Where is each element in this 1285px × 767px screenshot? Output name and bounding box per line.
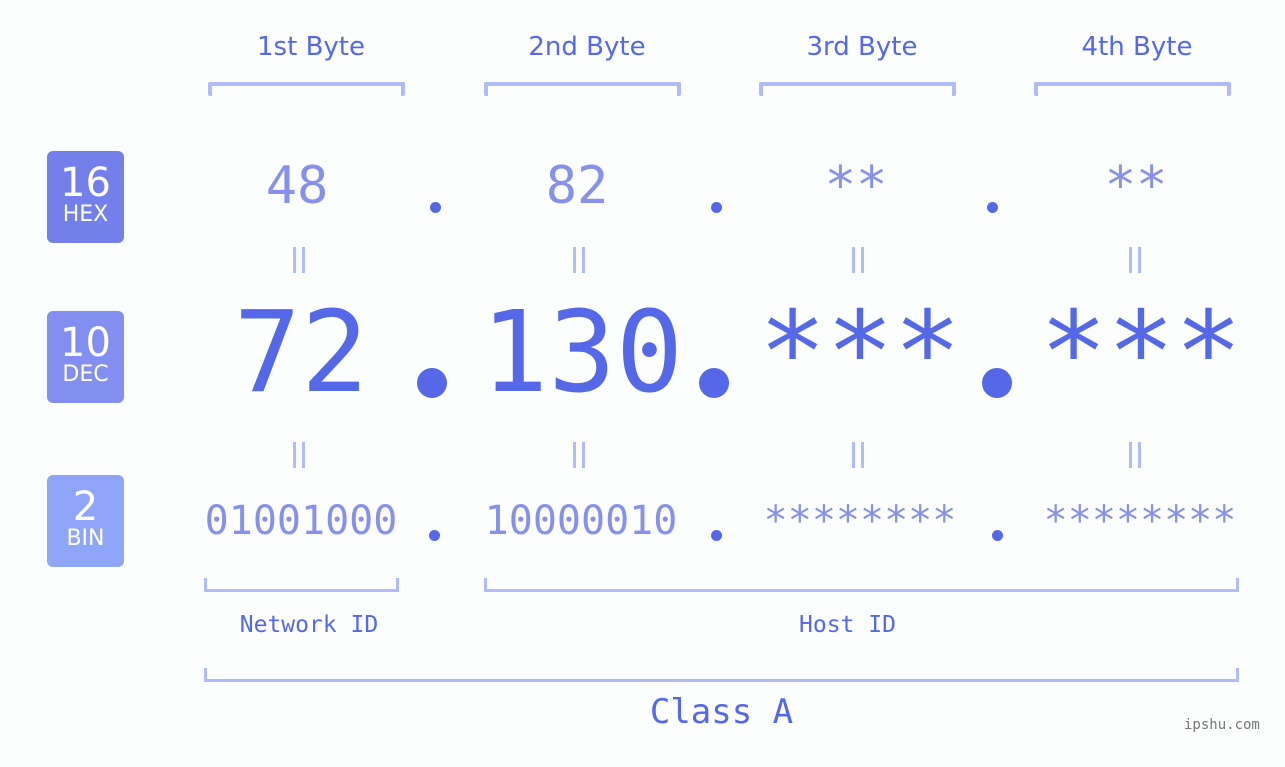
hex-dot-1 bbox=[430, 202, 441, 213]
bin-base-number: 2 bbox=[72, 484, 99, 530]
dec-byte-4: *** bbox=[1039, 288, 1243, 418]
dec-byte-2: 130 bbox=[480, 288, 684, 418]
equals-icon bbox=[293, 442, 305, 468]
dec-base-number: 10 bbox=[60, 320, 111, 366]
dec-dot-3 bbox=[982, 368, 1012, 398]
bin-byte-2: 10000010 bbox=[484, 498, 678, 544]
equals-icon bbox=[293, 247, 305, 273]
bin-byte-4: ******** bbox=[1043, 498, 1237, 544]
network-id-bracket bbox=[204, 578, 399, 592]
bin-dot-3 bbox=[992, 530, 1003, 541]
bin-dot-1 bbox=[429, 530, 440, 541]
equals-icon bbox=[852, 442, 864, 468]
dec-byte-3: *** bbox=[758, 288, 962, 418]
class-label: Class A bbox=[649, 692, 794, 732]
hex-base-number: 16 bbox=[60, 160, 111, 206]
watermark: ipshu.com bbox=[1184, 717, 1260, 733]
hex-byte-2: 82 bbox=[545, 156, 609, 216]
bin-byte-1: 01001000 bbox=[204, 498, 398, 544]
hex-byte-4: ** bbox=[1104, 156, 1168, 216]
bin-byte-3: ******** bbox=[763, 498, 957, 544]
dec-dot-2 bbox=[699, 368, 729, 398]
hex-byte-1: 48 bbox=[265, 156, 329, 216]
hex-dot-2 bbox=[711, 202, 722, 213]
bin-base-label: BIN bbox=[66, 526, 105, 551]
network-id-label: Network ID bbox=[239, 612, 379, 638]
dec-dot-1 bbox=[417, 368, 447, 398]
host-id-bracket bbox=[484, 578, 1239, 592]
equals-icon bbox=[1129, 247, 1141, 273]
dec-base-label: DEC bbox=[62, 362, 109, 387]
byte-header-1: 1st Byte bbox=[257, 32, 365, 62]
host-id-label: Host ID bbox=[799, 612, 896, 638]
class-bracket bbox=[204, 668, 1239, 682]
byte-header-2: 2nd Byte bbox=[528, 32, 646, 62]
byte-header-3: 3rd Byte bbox=[806, 32, 918, 62]
bin-dot-2 bbox=[711, 530, 722, 541]
byte-bracket-3 bbox=[759, 82, 956, 96]
equals-icon bbox=[573, 442, 585, 468]
hex-badge: 16 HEX bbox=[47, 151, 124, 243]
equals-icon bbox=[1129, 442, 1141, 468]
equals-icon bbox=[852, 247, 864, 273]
byte-header-4: 4th Byte bbox=[1081, 32, 1193, 62]
hex-dot-3 bbox=[987, 202, 998, 213]
bin-badge: 2 BIN bbox=[47, 475, 124, 567]
byte-bracket-2 bbox=[484, 82, 681, 96]
hex-byte-3: ** bbox=[824, 156, 888, 216]
byte-bracket-1 bbox=[208, 82, 405, 96]
dec-badge: 10 DEC bbox=[47, 311, 124, 403]
dec-byte-1: 72 bbox=[233, 288, 369, 418]
byte-bracket-4 bbox=[1034, 82, 1231, 96]
hex-base-label: HEX bbox=[62, 202, 109, 227]
equals-icon bbox=[573, 247, 585, 273]
